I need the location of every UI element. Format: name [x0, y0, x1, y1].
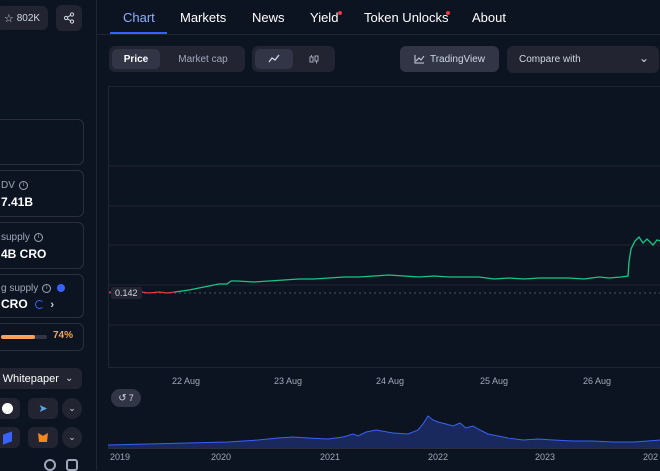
x-axis-date: 23 Aug	[274, 376, 303, 386]
progress-track	[1, 335, 47, 339]
tab-token-unlocks[interactable]: Token Unlocks	[364, 10, 449, 25]
wallet-button[interactable]	[28, 427, 58, 448]
more-socials-button[interactable]: ⌄	[62, 398, 82, 419]
progress-fill	[1, 335, 36, 339]
tab-about[interactable]: About	[472, 10, 506, 25]
info-icon[interactable]: i	[33, 232, 43, 242]
max-supply-label-row: g supply i	[1, 283, 66, 294]
fdv-label-row: DV i	[1, 180, 28, 191]
tradingview-label: TradingView	[429, 53, 486, 65]
chevron-down-icon: ⌄	[638, 51, 649, 65]
history-icon: ↺	[118, 392, 127, 404]
tab-yield[interactable]: Yield	[310, 10, 338, 25]
x-axis-date: 22 Aug	[172, 376, 201, 386]
chevron-down-icon: ⌄	[68, 403, 76, 413]
tabs-divider	[96, 34, 660, 35]
fox-icon	[38, 433, 48, 442]
fdv-value: 7.41B	[1, 195, 34, 209]
price-chart-svg	[109, 165, 660, 326]
share-icon	[63, 12, 75, 24]
navigator-year: 2020	[211, 452, 232, 462]
navigator-year: 2019	[110, 452, 131, 462]
x-axis-date: 26 Aug	[583, 376, 612, 386]
tab-news[interactable]: News	[252, 10, 285, 25]
line-chart-button[interactable]	[255, 49, 293, 69]
github-button[interactable]	[0, 398, 20, 419]
history-button[interactable]: ↺ 7	[111, 389, 141, 407]
x-axis-date: 25 Aug	[480, 376, 509, 386]
github-icon	[1, 403, 13, 414]
badge-icon	[66, 459, 78, 471]
x-axis-date: 24 Aug	[376, 376, 405, 386]
progress-percent: 74%	[53, 330, 74, 341]
compare-with-select[interactable]: Compare with ⌄	[507, 46, 659, 73]
history-count: 7	[128, 393, 134, 403]
total-supply-label-row: supply i	[1, 232, 43, 243]
tradingview-button[interactable]: TradingView	[400, 46, 499, 72]
market-cap-button[interactable]: Market cap	[165, 49, 241, 69]
progress-card: 74%	[0, 323, 84, 351]
tab-markets[interactable]: Markets	[180, 10, 226, 25]
max-supply-value: CRO	[1, 297, 28, 311]
yield-notification-dot	[338, 11, 342, 15]
navigator-area	[108, 415, 660, 448]
loading-ring-icon	[35, 300, 45, 310]
star-icon: ☆	[3, 12, 14, 25]
watchlist-count: 802K	[16, 12, 41, 24]
explorer-button[interactable]	[0, 427, 20, 448]
whitepaper-label: Whitepaper	[2, 372, 59, 385]
total-supply-value: 4B CRO	[1, 247, 47, 261]
navigator-year: 2023	[535, 452, 556, 462]
token-unlocks-notification-dot	[446, 11, 450, 15]
total-supply-label: supply	[1, 232, 30, 243]
navigator-year: 202	[643, 452, 659, 462]
telegram-icon: ➤	[38, 403, 48, 415]
current-price-marker: 0.142	[111, 287, 142, 299]
share-button[interactable]	[56, 5, 82, 31]
max-supply-label: g supply	[1, 283, 39, 294]
price-chart[interactable]: 0.142	[108, 86, 660, 368]
compare-with-label: Compare with	[519, 54, 581, 65]
verified-icon	[57, 284, 66, 293]
info-icon[interactable]: i	[42, 283, 52, 293]
max-supply-card: g supply i CRO ›	[0, 274, 84, 318]
market-cap-card	[0, 119, 84, 165]
fdv-card: DV i 7.41B	[0, 170, 84, 217]
tradingview-icon	[414, 55, 425, 64]
line-chart-icon	[268, 54, 280, 63]
range-navigator[interactable]	[108, 408, 660, 449]
max-supply-row[interactable]: CRO ›	[1, 297, 54, 311]
watchlist-button[interactable]: ☆ 802K	[0, 6, 48, 30]
info-icon[interactable]: i	[18, 180, 28, 190]
cube-icon	[2, 430, 12, 445]
chevron-right-icon: ›	[50, 299, 55, 311]
fdv-label: DV	[1, 180, 15, 191]
telegram-button[interactable]: ➤	[28, 398, 58, 419]
left-sidebar: ☆ 802K DV i 7.41B supply i 4B CRO g supply…	[0, 0, 97, 471]
badge-icon	[44, 459, 56, 471]
candlestick-button[interactable]	[296, 49, 332, 69]
navigator-year: 2021	[320, 452, 341, 462]
candlestick-icon	[309, 55, 319, 64]
tab-chart[interactable]: Chart	[123, 10, 155, 25]
whitepaper-button[interactable]: Whitepaper ⌄	[0, 368, 82, 389]
price-button[interactable]: Price	[112, 49, 160, 69]
more-wallets-button[interactable]: ⌄	[62, 427, 82, 448]
chevron-down-icon: ⌄	[68, 432, 76, 442]
chevron-down-icon: ⌄	[64, 373, 74, 384]
navigator-year: 2022	[428, 452, 449, 462]
total-supply-card: supply i 4B CRO	[0, 222, 84, 269]
